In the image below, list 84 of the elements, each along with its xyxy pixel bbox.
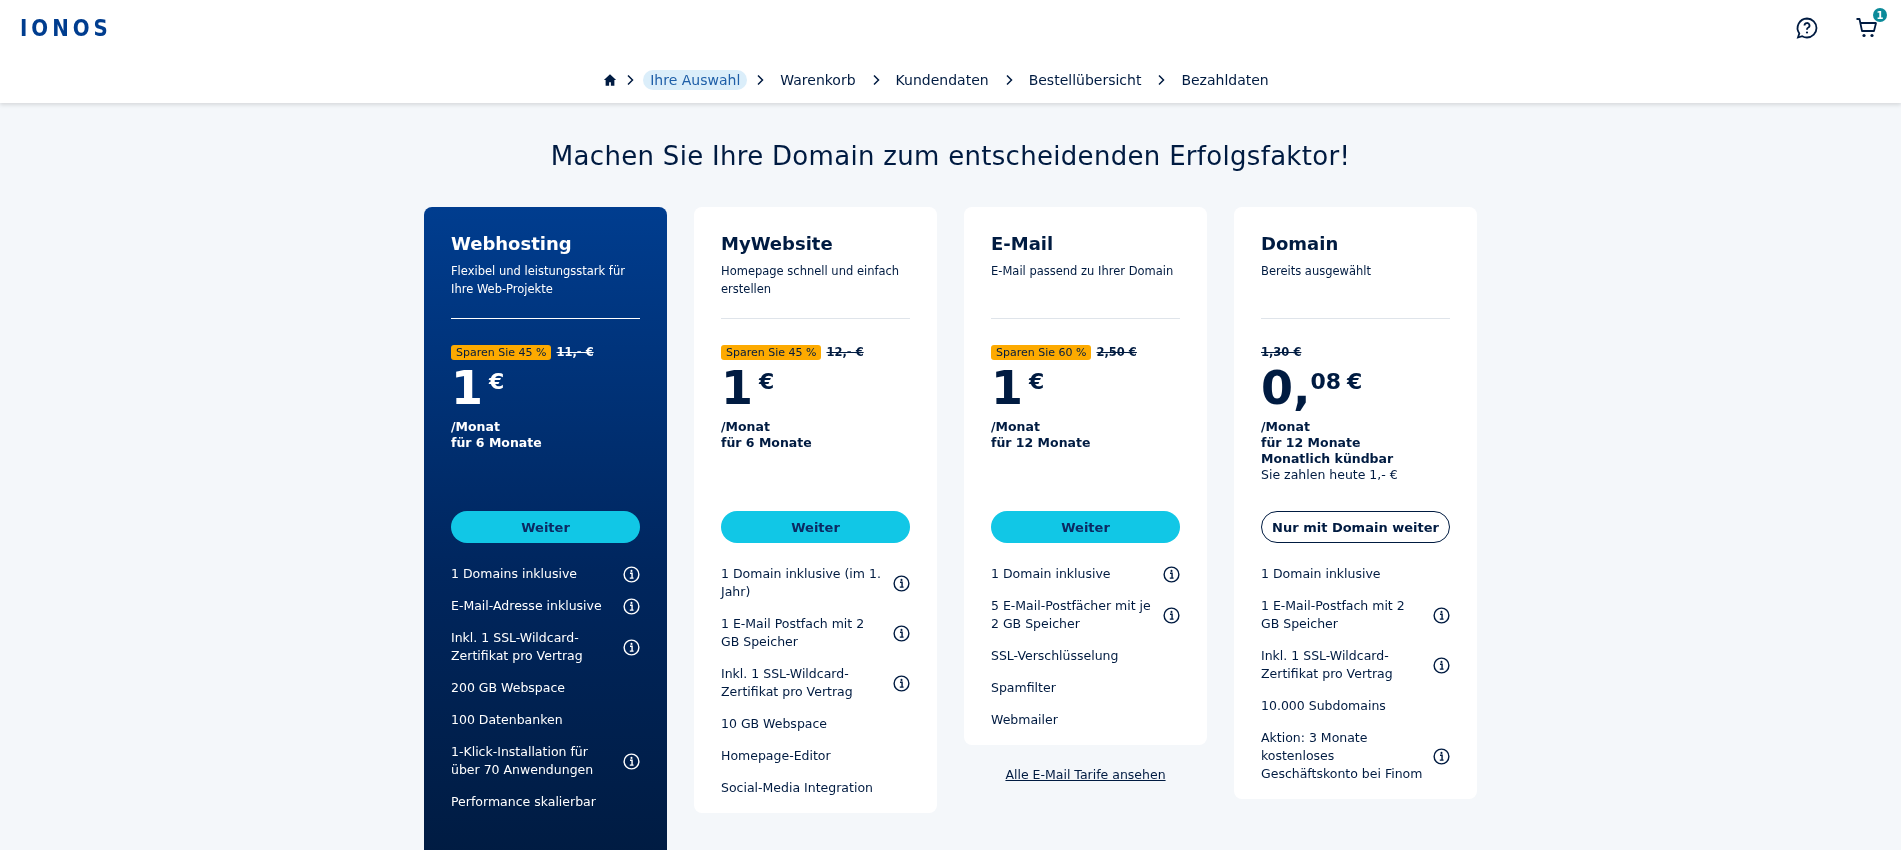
price-term: /Monat	[451, 419, 501, 435]
breadcrumb-step[interactable]: Bezahldaten	[1174, 70, 1276, 90]
plan-title: MyWebsite	[721, 233, 834, 254]
plan-description: Flexibel und leistungsstark für Ihre Web-Projekte	[451, 263, 626, 298]
price-term: Sie zahlen heute 1,- €	[1261, 467, 1399, 483]
info-icon[interactable]	[893, 674, 910, 692]
breadcrumb-step[interactable]: Warenkorb	[773, 70, 863, 90]
currency: €	[1029, 369, 1045, 394]
chevron-right-icon	[755, 74, 766, 86]
discount-badge: Sparen Sie 45 %	[451, 344, 552, 360]
feature-text: 1 Domains inklusive	[451, 565, 578, 583]
info-icon[interactable]	[893, 624, 910, 642]
price-amount: 1	[991, 363, 1023, 413]
continue-button[interactable]: Weiter	[991, 511, 1180, 543]
info-icon[interactable]	[893, 574, 910, 592]
price-term: für 12 Monate	[1261, 435, 1362, 451]
logo[interactable]: IONOS	[20, 14, 112, 42]
plan-description: E-Mail passend zu Ihrer Domain	[991, 263, 1175, 280]
feature-text: Homepage-Editor	[721, 747, 831, 765]
feature-text: Webmailer	[991, 711, 1058, 729]
price-term: Monatlich kündbar	[1261, 451, 1395, 467]
old-price: 1,30 €	[1261, 345, 1302, 359]
feature-text: 1-Klick-Installation für über 70 Anwendungen	[451, 743, 595, 779]
cart-count-badge: 1	[1873, 8, 1887, 22]
old-price: 2,50 €	[1096, 345, 1137, 359]
breadcrumb-step[interactable]: Ihre Auswahl	[643, 70, 748, 90]
plan-title: Domain	[1261, 233, 1340, 254]
info-icon[interactable]	[1433, 747, 1450, 765]
feature-text: 10.000 Subdomains	[1261, 697, 1386, 715]
price-cents: 08	[1310, 369, 1342, 394]
feature-text: 1 Domain inklusive	[1261, 565, 1381, 583]
cart-icon[interactable]	[1855, 16, 1879, 40]
discount-badge: Sparen Sie 45 %	[721, 344, 822, 360]
feature-text: 1 E-Mail-Postfach mit 2 GB Speicher	[1261, 597, 1406, 633]
continue-button[interactable]: Weiter	[451, 511, 640, 543]
plan-description: Homepage schnell und einfach erstellen	[721, 263, 901, 298]
breadcrumb-step[interactable]: Kundendaten	[888, 70, 996, 90]
currency: €	[1347, 369, 1363, 394]
feature-text: 1 Domain inklusive (im 1. Jahr)	[721, 565, 882, 601]
price-amount: 0,	[1261, 363, 1311, 413]
price-term: /Monat	[991, 419, 1041, 435]
price-amount: 1	[451, 363, 483, 413]
continue-button[interactable]: Nur mit Domain weiter	[1261, 511, 1450, 543]
chevron-right-icon	[1156, 74, 1167, 86]
feature-text: 10 GB Webspace	[721, 715, 828, 733]
feature-text: Spamfilter	[991, 679, 1056, 697]
feature-text: Performance skalierbar	[451, 793, 596, 811]
info-icon[interactable]	[1433, 656, 1450, 674]
feature-text: Inkl. 1 SSL-Wildcard-Zertifikat pro Vertrag	[451, 629, 584, 665]
home-icon[interactable]	[603, 73, 618, 87]
feature-text: 200 GB Webspace	[451, 679, 565, 697]
feature-text: Aktion: 3 Monate kostenloses Geschäftskonto bei Finom	[1261, 729, 1424, 783]
page-heading: Machen Sie Ihre Domain zum entscheidenden Erfolgsfaktor!	[550, 141, 1351, 171]
feature-text: 1 Domain inklusive	[991, 565, 1111, 583]
feature-text: E-Mail-Adresse inklusive	[451, 597, 602, 615]
feature-text: SSL-Verschlüsselung	[991, 647, 1119, 665]
feature-text: 100 Datenbanken	[451, 711, 563, 729]
feature-text: Social-Media Integration	[721, 779, 873, 797]
price-term: für 12 Monate	[991, 435, 1092, 451]
feature-text: 1 E-Mail Postfach mit 2 GB Speicher	[721, 615, 866, 651]
feature-text: 5 E-Mail-Postfächer mit je 2 GB Speicher	[991, 597, 1152, 633]
price-term: für 6 Monate	[721, 435, 813, 451]
breadcrumb-step[interactable]: Bestellübersicht	[1021, 70, 1149, 90]
plan-title: Webhosting	[451, 233, 573, 254]
old-price: 12,- €	[826, 345, 864, 359]
discount-badge: Sparen Sie 60 %	[991, 344, 1092, 360]
info-icon[interactable]	[1433, 606, 1450, 624]
help-icon[interactable]	[1795, 16, 1819, 40]
feature-text: Inkl. 1 SSL-Wildcard-Zertifikat pro Vertrag	[1261, 647, 1394, 683]
info-icon[interactable]	[1163, 606, 1180, 624]
plan-description: Bereits ausgewählt	[1261, 263, 1372, 280]
currency: €	[489, 369, 505, 394]
info-icon[interactable]	[1163, 565, 1180, 583]
plan-title: E-Mail	[991, 233, 1055, 254]
price-term: /Monat	[1261, 419, 1311, 435]
feature-text: Inkl. 1 SSL-Wildcard-Zertifikat pro Vertrag	[721, 665, 854, 701]
chevron-right-icon	[625, 74, 636, 86]
price-term: für 6 Monate	[451, 435, 543, 451]
price-term: /Monat	[721, 419, 771, 435]
continue-button[interactable]: Weiter	[721, 511, 910, 543]
tariffs-link[interactable]: Alle E-Mail Tarife ansehen	[1005, 767, 1166, 782]
old-price: 11,- €	[556, 345, 594, 359]
currency: €	[759, 369, 775, 394]
price-amount: 1	[721, 363, 753, 413]
